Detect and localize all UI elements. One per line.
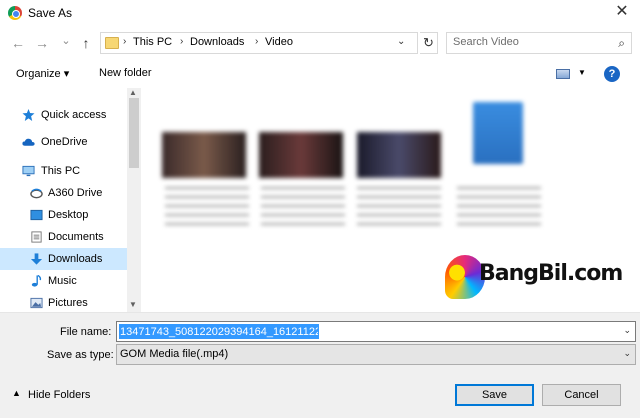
desktop-icon bbox=[30, 209, 43, 221]
search-input[interactable] bbox=[453, 36, 603, 48]
video-thumbnail[interactable] bbox=[357, 132, 441, 178]
sidebar-item-desktop[interactable]: Desktop bbox=[0, 204, 127, 226]
sidebar-item-a360-drive[interactable]: A360 Drive bbox=[0, 182, 127, 204]
watermark-text: BangBil.com bbox=[479, 261, 623, 286]
chevron-down-icon[interactable]: ⌄ bbox=[623, 325, 631, 336]
computer-icon bbox=[22, 165, 35, 177]
star-icon bbox=[22, 109, 35, 121]
sidebar-item-label: Desktop bbox=[48, 209, 89, 221]
sidebar-item-documents[interactable]: Documents bbox=[0, 226, 127, 248]
sidebar-item-label: A360 Drive bbox=[48, 187, 103, 199]
chevron-down-icon[interactable]: ⌄ bbox=[623, 348, 631, 359]
search-box[interactable]: ⌕ bbox=[446, 32, 632, 54]
window-title: Save As bbox=[28, 6, 73, 20]
watermark-logo: BangBil.com bbox=[445, 255, 625, 303]
sidebar-item-label: Music bbox=[48, 275, 77, 287]
file-name-combobox[interactable]: ⌄ bbox=[116, 321, 636, 342]
file-name-input[interactable] bbox=[119, 324, 319, 339]
back-button[interactable]: ← bbox=[9, 35, 27, 51]
sidebar-item-this-pc[interactable]: This PC bbox=[0, 160, 127, 182]
file-label-blurred bbox=[261, 184, 345, 232]
save-as-type-select[interactable]: GOM Media file(.mp4) ⌄ bbox=[116, 344, 636, 365]
sidebar-scrollbar[interactable]: ▲ ▼ bbox=[127, 88, 141, 312]
help-icon[interactable]: ? bbox=[604, 66, 620, 82]
recent-locations-button[interactable]: ⌄ bbox=[57, 33, 75, 49]
video-thumbnail[interactable] bbox=[162, 132, 246, 178]
save-button[interactable]: Save bbox=[455, 384, 534, 406]
save-as-type-value: GOM Media file(.mp4) bbox=[120, 348, 229, 360]
chevron-down-icon[interactable]: ⌄ bbox=[397, 36, 405, 47]
sidebar-item-label: This PC bbox=[41, 165, 81, 177]
scroll-up-icon[interactable]: ▲ bbox=[129, 88, 137, 97]
scrollbar-thumb[interactable] bbox=[129, 98, 139, 168]
organize-button[interactable]: Organize ▾ bbox=[16, 67, 69, 80]
breadcrumb-separator: › bbox=[255, 36, 259, 47]
navigation-pane: Quick access OneDrive This PC A360 Drive… bbox=[0, 88, 141, 312]
file-name-label: File name: bbox=[60, 326, 112, 338]
sidebar-item-label: Downloads bbox=[48, 253, 103, 265]
search-icon: ⌕ bbox=[618, 36, 625, 50]
cloud-icon bbox=[22, 138, 35, 146]
drive-icon bbox=[30, 188, 43, 199]
sidebar-item-quick-access[interactable]: Quick access bbox=[0, 104, 127, 126]
sidebar-item-label: OneDrive bbox=[41, 136, 88, 148]
chrome-icon bbox=[8, 6, 22, 20]
sidebar-item-music[interactable]: Music bbox=[0, 270, 127, 292]
sidebar-item-label: Documents bbox=[48, 231, 104, 243]
save-as-type-label: Save as type: bbox=[47, 349, 114, 361]
file-label-blurred bbox=[457, 184, 541, 232]
file-label-blurred bbox=[165, 184, 249, 232]
breadcrumb-downloads[interactable]: Downloads bbox=[190, 36, 244, 48]
sidebar-item-downloads[interactable]: Downloads bbox=[0, 248, 127, 270]
title-bar: Save As ✕ bbox=[0, 0, 640, 26]
close-button[interactable]: ✕ bbox=[604, 0, 640, 26]
chevron-up-icon[interactable]: ▲ bbox=[12, 388, 21, 398]
video-file-icon[interactable] bbox=[473, 102, 523, 164]
command-bar: Organize ▾ New folder ▼ ? bbox=[0, 60, 640, 88]
sidebar-item-label: Quick access bbox=[41, 109, 107, 121]
view-dropdown-icon[interactable]: ▼ bbox=[578, 68, 586, 77]
breadcrumb-video[interactable]: Video bbox=[265, 36, 293, 48]
folder-icon bbox=[105, 37, 119, 49]
hide-folders-button[interactable]: Hide Folders bbox=[28, 389, 90, 401]
sidebar-item-pictures[interactable]: Pictures bbox=[0, 292, 127, 314]
view-icon[interactable] bbox=[556, 69, 570, 79]
sidebar-item-onedrive[interactable]: OneDrive bbox=[0, 131, 127, 153]
new-folder-button[interactable]: New folder bbox=[99, 67, 152, 79]
documents-icon bbox=[31, 231, 42, 243]
scroll-down-icon[interactable]: ▼ bbox=[129, 300, 137, 309]
address-bar[interactable]: › This PC › Downloads › Video ⌄ bbox=[100, 32, 418, 54]
up-button[interactable]: ↑ bbox=[77, 35, 95, 51]
sidebar-item-label: Pictures bbox=[48, 297, 88, 309]
cancel-button[interactable]: Cancel bbox=[542, 384, 621, 406]
music-icon bbox=[31, 275, 42, 287]
video-thumbnail[interactable] bbox=[259, 132, 343, 178]
file-label-blurred bbox=[357, 184, 441, 232]
breadcrumb-separator: › bbox=[180, 36, 184, 47]
download-icon bbox=[30, 253, 43, 265]
breadcrumb-separator: › bbox=[123, 36, 127, 47]
breadcrumb-this-pc[interactable]: This PC bbox=[133, 36, 172, 48]
pictures-icon bbox=[30, 297, 43, 309]
forward-button[interactable]: → bbox=[33, 35, 51, 51]
refresh-button[interactable]: ↻ bbox=[420, 32, 438, 54]
